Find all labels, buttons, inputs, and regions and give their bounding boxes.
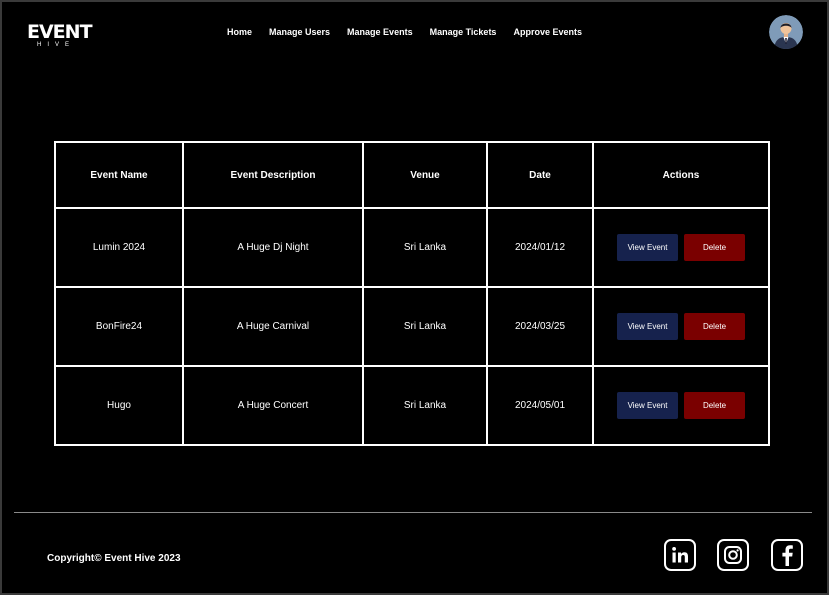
facebook-icon[interactable] bbox=[771, 539, 803, 571]
copyright-text: Copyright© Event Hive 2023 bbox=[47, 553, 181, 564]
events-table: Event Name Event Description Venue Date … bbox=[54, 141, 770, 446]
event-description-cell: A Huge Dj Night bbox=[182, 207, 364, 288]
nav-home[interactable]: Home bbox=[227, 27, 252, 37]
avatar-icon bbox=[769, 15, 803, 49]
page-frame: EVENT HIVE Home Manage Users Manage Even… bbox=[2, 2, 827, 593]
venue-cell: Sri Lanka bbox=[362, 207, 488, 288]
event-name-cell: Lumin 2024 bbox=[54, 207, 184, 288]
actions-cell: View Event Delete bbox=[592, 286, 770, 367]
event-hive-logo[interactable]: EVENT HIVE bbox=[27, 21, 93, 49]
nav-manage-events[interactable]: Manage Events bbox=[347, 27, 413, 37]
header-venue: Venue bbox=[362, 141, 488, 209]
date-cell: 2024/05/01 bbox=[486, 365, 594, 446]
linkedin-icon[interactable] bbox=[664, 539, 696, 571]
table-row: Hugo A Huge Concert Sri Lanka 2024/05/01… bbox=[54, 365, 770, 446]
event-description-cell: A Huge Carnival bbox=[182, 286, 364, 367]
header-event-name: Event Name bbox=[54, 141, 184, 209]
main-nav: Home Manage Users Manage Events Manage T… bbox=[227, 27, 582, 37]
venue-cell: Sri Lanka bbox=[362, 286, 488, 367]
event-name-cell: BonFire24 bbox=[54, 286, 184, 367]
delete-button[interactable]: Delete bbox=[684, 313, 745, 340]
header-event-description: Event Description bbox=[182, 141, 364, 209]
delete-button[interactable]: Delete bbox=[684, 234, 745, 261]
view-event-button[interactable]: View Event bbox=[617, 313, 678, 340]
table-row: BonFire24 A Huge Carnival Sri Lanka 2024… bbox=[54, 286, 770, 367]
date-cell: 2024/01/12 bbox=[486, 207, 594, 288]
nav-manage-users[interactable]: Manage Users bbox=[269, 27, 330, 37]
nav-manage-tickets[interactable]: Manage Tickets bbox=[430, 27, 497, 37]
logo-main-text: EVENT bbox=[27, 21, 93, 43]
table-row: Lumin 2024 A Huge Dj Night Sri Lanka 202… bbox=[54, 207, 770, 288]
header-date: Date bbox=[486, 141, 594, 209]
view-event-button[interactable]: View Event bbox=[617, 392, 678, 419]
view-event-button[interactable]: View Event bbox=[617, 234, 678, 261]
header-actions: Actions bbox=[592, 141, 770, 209]
nav-approve-events[interactable]: Approve Events bbox=[513, 27, 582, 37]
venue-cell: Sri Lanka bbox=[362, 365, 488, 446]
footer-divider bbox=[14, 512, 812, 513]
event-description-cell: A Huge Concert bbox=[182, 365, 364, 446]
actions-cell: View Event Delete bbox=[592, 365, 770, 446]
date-cell: 2024/03/25 bbox=[486, 286, 594, 367]
actions-cell: View Event Delete bbox=[592, 207, 770, 288]
event-name-cell: Hugo bbox=[54, 365, 184, 446]
table-header-row: Event Name Event Description Venue Date … bbox=[54, 141, 770, 209]
logo-sub-text: HIVE bbox=[37, 42, 76, 48]
delete-button[interactable]: Delete bbox=[684, 392, 745, 419]
instagram-icon[interactable] bbox=[717, 539, 749, 571]
user-avatar[interactable] bbox=[769, 15, 803, 49]
